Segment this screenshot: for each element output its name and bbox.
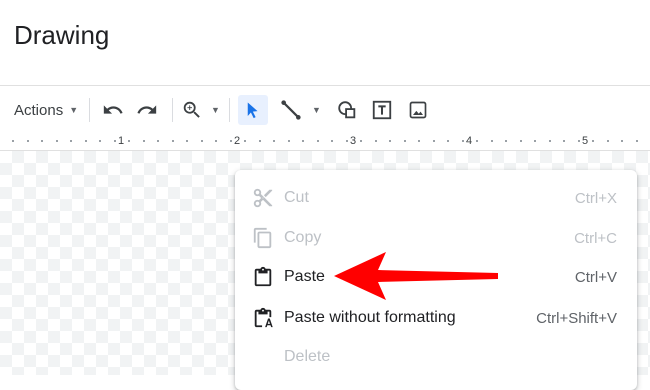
ruler-tick bbox=[273, 140, 275, 142]
ruler-mark: 5 bbox=[582, 135, 589, 147]
clipboard-text-icon bbox=[251, 306, 275, 330]
textbox-tool-button[interactable] bbox=[367, 86, 397, 134]
ruler-tick bbox=[476, 140, 478, 142]
ruler-mark: 3 bbox=[350, 135, 357, 147]
ruler-tick bbox=[186, 140, 188, 142]
toolbar: Actions ▼ ▼ ▼ bbox=[0, 85, 650, 134]
ruler-mark: 2 bbox=[234, 135, 241, 147]
title-bar: Drawing bbox=[0, 0, 650, 85]
ruler-tick bbox=[491, 140, 493, 142]
undo-icon bbox=[103, 105, 123, 114]
ruler-tick bbox=[505, 140, 507, 142]
ruler-tick bbox=[259, 140, 261, 142]
toolbar-divider bbox=[89, 98, 90, 122]
menu-item-shortcut: Ctrl+X bbox=[574, 189, 617, 207]
image-icon bbox=[409, 101, 427, 119]
menu-item-delete[interactable]: Delete bbox=[235, 339, 637, 375]
ruler-tick bbox=[143, 140, 145, 142]
copy-icon bbox=[251, 226, 275, 250]
ruler-tick bbox=[592, 140, 594, 142]
actions-menu-button[interactable]: Actions ▼ bbox=[14, 86, 78, 134]
ruler-tick bbox=[549, 140, 551, 142]
chevron-down-icon: ▼ bbox=[211, 105, 220, 115]
scissors-icon bbox=[251, 186, 275, 210]
line-tool-button[interactable]: ▼ bbox=[280, 86, 321, 134]
clipboard-icon bbox=[251, 265, 275, 289]
menu-item-label: Paste without formatting bbox=[284, 309, 456, 326]
ruler-tick bbox=[563, 140, 565, 142]
ruler-tick bbox=[389, 140, 391, 142]
ruler-mark: 4 bbox=[466, 135, 473, 147]
ruler-tick bbox=[201, 140, 203, 142]
ruler[interactable]: 1 2 3 4 5 bbox=[0, 133, 650, 151]
ruler-tick bbox=[331, 140, 333, 142]
ruler-tick bbox=[99, 140, 101, 142]
ruler-tick bbox=[317, 140, 319, 142]
ruler-tick bbox=[157, 140, 159, 142]
ruler-tick bbox=[462, 140, 464, 142]
textbox-icon bbox=[372, 100, 392, 120]
chevron-down-icon: ▼ bbox=[312, 105, 321, 115]
toolbar-divider bbox=[229, 98, 230, 122]
menu-item-label: Delete bbox=[284, 348, 331, 365]
ruler-tick bbox=[12, 140, 14, 142]
select-tool-button[interactable] bbox=[238, 95, 268, 125]
ruler-tick bbox=[27, 140, 29, 142]
menu-item-label: Copy bbox=[284, 229, 322, 246]
ruler-tick bbox=[578, 140, 580, 142]
toolbar-divider bbox=[172, 98, 173, 122]
ruler-tick bbox=[41, 140, 43, 142]
actions-label: Actions bbox=[14, 101, 64, 119]
ruler-tick bbox=[607, 140, 609, 142]
chevron-down-icon: ▼ bbox=[69, 105, 79, 115]
shape-tool-button[interactable] bbox=[332, 86, 362, 134]
ruler-tick bbox=[520, 140, 522, 142]
ruler-tick bbox=[230, 140, 232, 142]
ruler-tick bbox=[302, 140, 304, 142]
ruler-tick bbox=[418, 140, 420, 142]
menu-item-shortcut: Ctrl+V bbox=[574, 268, 617, 286]
menu-item-paste-without-formatting[interactable]: Paste without formatting Ctrl+Shift+V bbox=[235, 300, 637, 336]
ruler-tick bbox=[172, 140, 174, 142]
menu-item-label: Paste bbox=[284, 268, 325, 285]
shape-icon bbox=[338, 101, 356, 119]
ruler-tick bbox=[375, 140, 377, 142]
undo-button[interactable] bbox=[98, 86, 128, 134]
ruler-tick bbox=[636, 140, 638, 142]
ruler-tick bbox=[404, 140, 406, 142]
ruler-tick bbox=[114, 140, 116, 142]
document-title[interactable]: Drawing bbox=[14, 20, 109, 51]
ruler-tick bbox=[56, 140, 58, 142]
ruler-tick bbox=[244, 140, 246, 142]
ruler-tick bbox=[360, 140, 362, 142]
ruler-tick bbox=[85, 140, 87, 142]
line-icon bbox=[281, 100, 301, 120]
zoom-icon bbox=[183, 101, 200, 118]
ruler-tick bbox=[534, 140, 536, 142]
ruler-tick bbox=[288, 140, 290, 142]
zoom-button[interactable]: ▼ bbox=[181, 86, 220, 134]
ruler-tick bbox=[128, 140, 130, 142]
menu-item-cut[interactable]: Cut Ctrl+X bbox=[235, 180, 637, 216]
redo-button[interactable] bbox=[132, 86, 162, 134]
ruler-tick bbox=[433, 140, 435, 142]
ruler-tick bbox=[70, 140, 72, 142]
ruler-tick bbox=[346, 140, 348, 142]
ruler-mark: 1 bbox=[118, 135, 125, 147]
redo-icon bbox=[137, 105, 157, 114]
menu-item-label: Cut bbox=[284, 189, 309, 206]
red-arrow-annotation bbox=[334, 252, 498, 300]
select-icon bbox=[247, 102, 258, 119]
ruler-tick bbox=[621, 140, 623, 142]
menu-item-shortcut: Ctrl+C bbox=[574, 229, 617, 247]
image-tool-button[interactable] bbox=[403, 86, 433, 134]
ruler-tick bbox=[215, 140, 217, 142]
ruler-tick bbox=[447, 140, 449, 142]
menu-item-shortcut: Ctrl+Shift+V bbox=[536, 309, 617, 327]
